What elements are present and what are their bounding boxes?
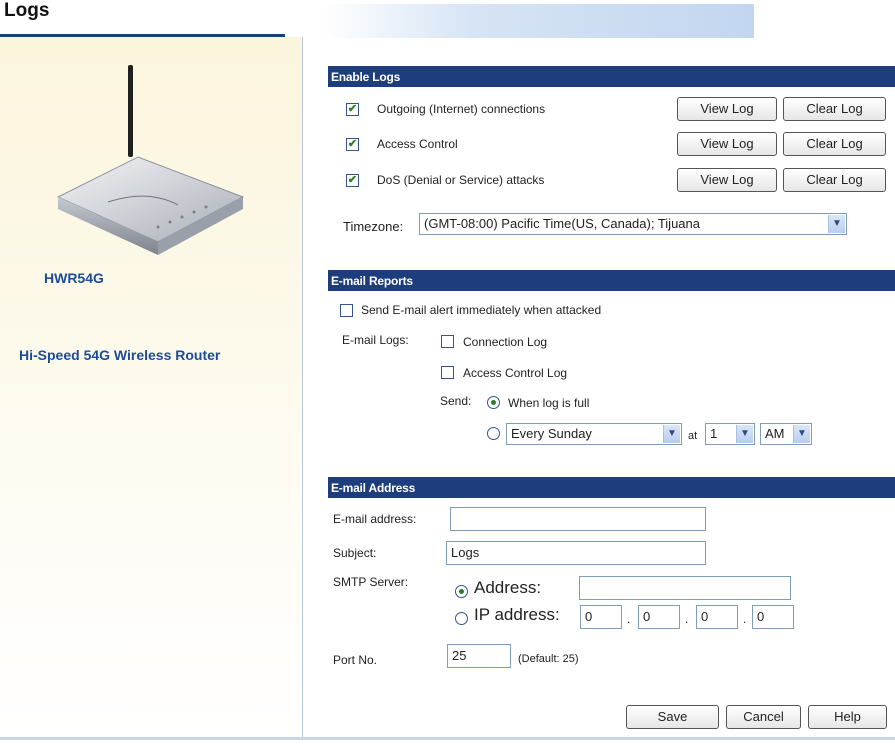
ampm-value: AM	[765, 426, 785, 441]
view-access-control-log-button[interactable]: View Log	[677, 132, 777, 156]
ip-dot: .	[627, 612, 631, 626]
header-banner	[322, 4, 754, 38]
cancel-button[interactable]: Cancel	[726, 705, 801, 729]
section-enable-logs-header: Enable Logs	[328, 66, 895, 87]
dos-log-label: DoS (Denial or Service) attacks	[377, 173, 545, 187]
ip-octet-2-input[interactable]: 0	[638, 605, 680, 629]
chevron-down-icon: ▼	[736, 425, 753, 443]
clear-access-control-log-button[interactable]: Clear Log	[783, 132, 886, 156]
help-button[interactable]: Help	[808, 705, 887, 729]
access-control-log-checkbox[interactable]: ✔	[346, 138, 359, 151]
router-image	[56, 65, 245, 255]
section-email-reports-header: E-mail Reports	[328, 270, 895, 291]
email-address-input[interactable]	[450, 507, 706, 531]
email-logs-label: E-mail Logs:	[342, 333, 409, 347]
ampm-select[interactable]: AM ▼	[760, 423, 812, 445]
outgoing-log-label: Outgoing (Internet) connections	[377, 102, 546, 116]
chevron-down-icon: ▼	[793, 425, 810, 443]
email-alert-checkbox[interactable]	[340, 304, 353, 317]
view-dos-log-button[interactable]: View Log	[677, 168, 777, 192]
ip-dot: .	[685, 612, 689, 626]
access-control-log-label: Access Control	[377, 137, 458, 151]
ip-dot: .	[743, 612, 747, 626]
subject-label: Subject:	[333, 546, 377, 560]
model-description: Hi-Speed 54G Wireless Router	[19, 347, 221, 363]
hour-select[interactable]: 1 ▼	[705, 423, 755, 445]
save-button[interactable]: Save	[626, 705, 719, 729]
port-label: Port No.	[333, 653, 378, 667]
at-label: at	[688, 430, 698, 442]
smtp-ip-radio[interactable]	[455, 612, 468, 625]
product-sidebar: HWR54G Hi-Speed 54G Wireless Router	[0, 37, 303, 737]
access-control-log-email-label: Access Control Log	[463, 366, 568, 380]
dos-log-checkbox[interactable]: ✔	[346, 174, 359, 187]
smtp-address-radio[interactable]	[455, 585, 468, 598]
timezone-value: (GMT-08:00) Pacific Time(US, Canada); Ti…	[424, 216, 700, 231]
port-default-note: (Default: 25)	[518, 653, 579, 665]
ip-octet-3-input[interactable]: 0	[696, 605, 738, 629]
smtp-ip-label: IP address:	[474, 605, 560, 624]
outgoing-log-checkbox[interactable]: ✔	[346, 103, 359, 116]
access-control-log-email-checkbox[interactable]	[441, 366, 454, 379]
ip-octet-4-input[interactable]: 0	[752, 605, 794, 629]
ip-octet-1-input[interactable]: 0	[580, 605, 622, 629]
connection-log-checkbox[interactable]	[441, 335, 454, 348]
send-when-full-label: When log is full	[508, 396, 590, 410]
email-alert-label: Send E-mail alert immediately when attac…	[361, 303, 602, 317]
chevron-down-icon: ▼	[663, 425, 680, 443]
hour-value: 1	[710, 426, 718, 441]
clear-outgoing-log-button[interactable]: Clear Log	[783, 97, 886, 121]
smtp-address-label: Address:	[474, 578, 542, 597]
title-underline	[0, 34, 285, 37]
send-label: Send:	[440, 394, 472, 408]
chevron-down-icon: ▼	[828, 215, 845, 233]
smtp-server-label: SMTP Server:	[333, 575, 409, 589]
schedule-day-select[interactable]: Every Sunday ▼	[506, 423, 682, 445]
timezone-label: Timezone:	[343, 219, 404, 234]
send-when-full-radio[interactable]	[487, 396, 500, 409]
section-email-address-header: E-mail Address	[328, 477, 895, 498]
email-address-label: E-mail address:	[333, 512, 417, 526]
timezone-select[interactable]: (GMT-08:00) Pacific Time(US, Canada); Ti…	[419, 213, 847, 235]
view-outgoing-log-button[interactable]: View Log	[677, 97, 777, 121]
port-input[interactable]: 25	[447, 644, 511, 668]
connection-log-label: Connection Log	[463, 335, 548, 349]
bottom-divider	[0, 737, 895, 740]
page-title: Logs	[4, 0, 50, 21]
clear-dos-log-button[interactable]: Clear Log	[783, 168, 886, 192]
subject-input[interactable]: Logs	[446, 541, 706, 565]
send-schedule-radio[interactable]	[487, 427, 500, 440]
model-name: HWR54G	[44, 270, 104, 286]
smtp-address-input[interactable]	[579, 576, 791, 600]
schedule-day-value: Every Sunday	[511, 426, 592, 441]
